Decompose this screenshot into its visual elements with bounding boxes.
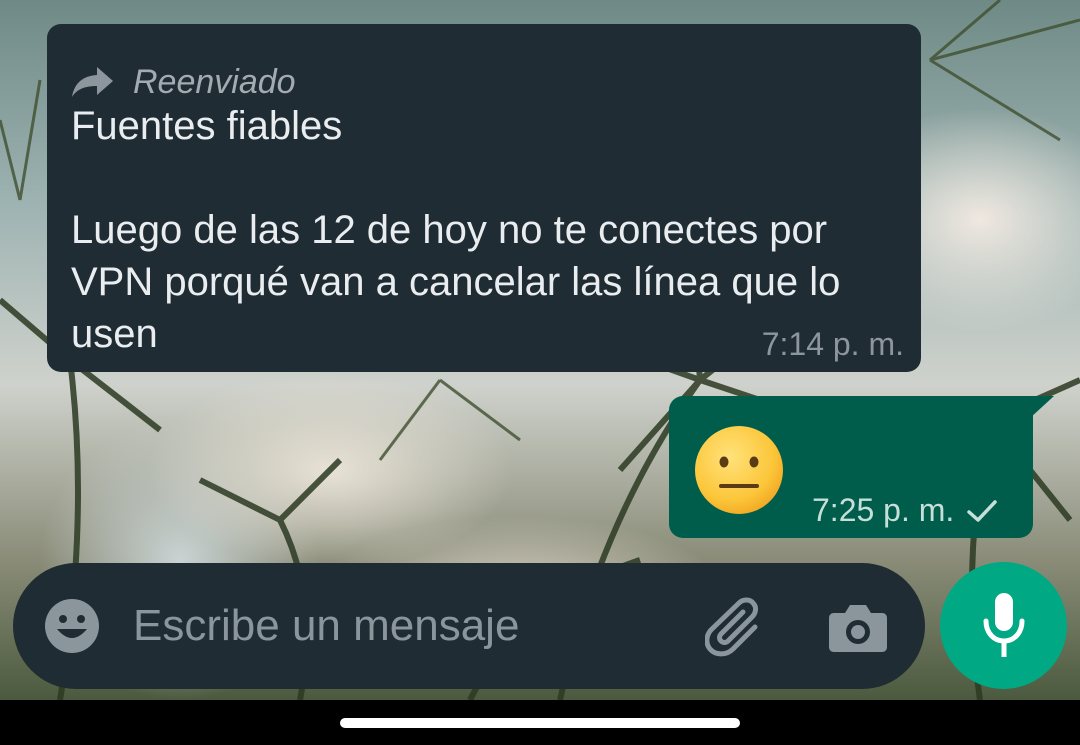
paperclip-icon[interactable]	[705, 597, 769, 657]
emoji-icon[interactable]	[43, 597, 101, 655]
message-timestamp: 7:14 p. m.	[761, 326, 904, 362]
outgoing-message-bubble[interactable]: 7:25 p. m.	[669, 396, 1033, 538]
camera-icon[interactable]	[828, 601, 888, 653]
microphone-icon	[983, 592, 1024, 657]
forward-arrow-icon	[72, 67, 113, 97]
message-timestamp: 7:25 p. m.	[812, 492, 955, 528]
home-gesture-bar[interactable]	[340, 718, 740, 728]
message-input-bar[interactable]: Escribe un mensaje	[13, 563, 925, 689]
microphone-button[interactable]	[940, 562, 1067, 689]
message-title: Fuentes fiables	[71, 104, 343, 148]
forwarded-indicator: Reenviado	[71, 62, 296, 102]
forwarded-label: Reenviado	[133, 62, 296, 101]
neutral-face-emoji	[695, 426, 783, 514]
message-input[interactable]: Escribe un mensaje	[133, 601, 519, 651]
bubble-tail	[1030, 396, 1054, 418]
message-timestamp-row: 7:25 p. m.	[812, 492, 998, 529]
incoming-message-bubble[interactable]: Reenviado Fuentes fiables Luego de las 1…	[47, 24, 921, 372]
single-check-icon	[967, 499, 998, 522]
